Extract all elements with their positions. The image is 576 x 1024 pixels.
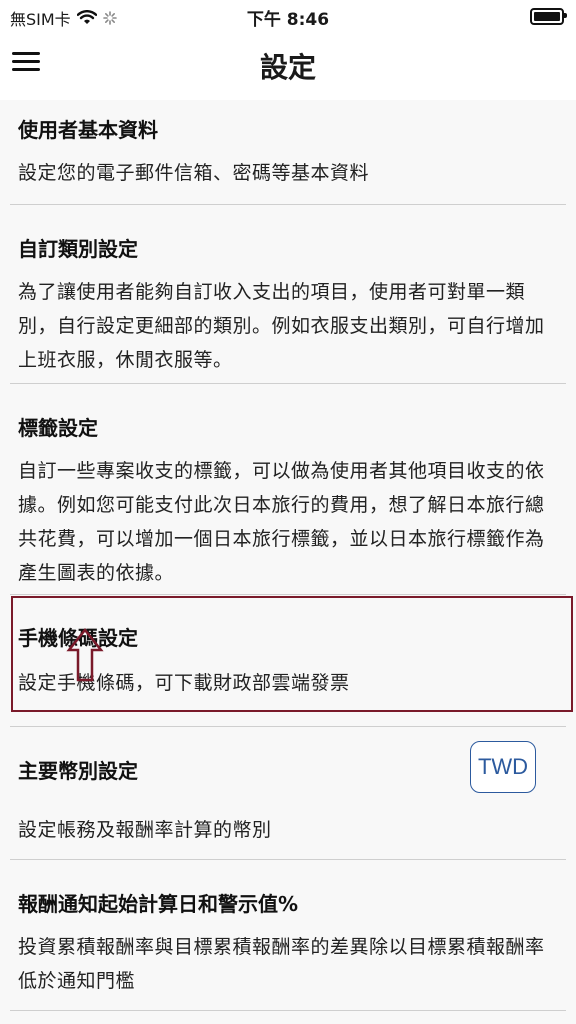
setting-title: 主要幣別設定 <box>18 759 138 783</box>
setting-description: 為了讓使用者能夠自訂收入支出的項目，使用者可對單一類別，自行設定更細部的類別。例… <box>18 281 545 371</box>
setting-description: 設定您的電子郵件信箱、密碼等基本資料 <box>18 162 370 184</box>
nav-bar: 設定 <box>0 32 576 100</box>
setting-user-profile[interactable]: 使用者基本資料 設定您的電子郵件信箱、密碼等基本資料 <box>0 100 576 204</box>
setting-return-alert[interactable]: 報酬通知起始計算日和警示值% 投資累積報酬率與目標累積報酬率的差異除以目標累積報… <box>0 860 576 1010</box>
status-bar: 無SIM卡 下午 8:46 <box>0 0 576 32</box>
page-title: 設定 <box>259 51 316 84</box>
up-arrow-cursor-icon <box>66 628 104 682</box>
setting-title: 自訂類別設定 <box>18 237 138 261</box>
setting-description: 設定帳務及報酬率計算的幣別 <box>18 819 272 841</box>
setting-custom-categories[interactable]: 自訂類別設定 為了讓使用者能夠自訂收入支出的項目，使用者可對單一類別，自行設定更… <box>0 205 576 383</box>
setting-description: 投資累積報酬率與目標累積報酬率的差異除以目標累積報酬率低於通知門檻 <box>18 936 545 992</box>
setting-title: 報酬通知起始計算日和警示值% <box>18 892 299 916</box>
divider <box>10 594 566 595</box>
status-time: 下午 8:46 <box>246 10 330 30</box>
battery-icon <box>530 8 567 25</box>
setting-title: 使用者基本資料 <box>18 118 158 142</box>
setting-title: 標籤設定 <box>18 416 98 440</box>
setting-tags[interactable]: 標籤設定 自訂一些專案收支的標籤，可以做為使用者其他項目收支的依據。例如您可能支… <box>0 384 576 594</box>
divider <box>10 1010 566 1011</box>
hamburger-menu-icon[interactable] <box>12 52 40 76</box>
setting-description: 自訂一些專案收支的標籤，可以做為使用者其他項目收支的依據。例如您可能支付此次日本… <box>18 460 545 584</box>
currency-button[interactable]: TWD <box>470 741 536 793</box>
